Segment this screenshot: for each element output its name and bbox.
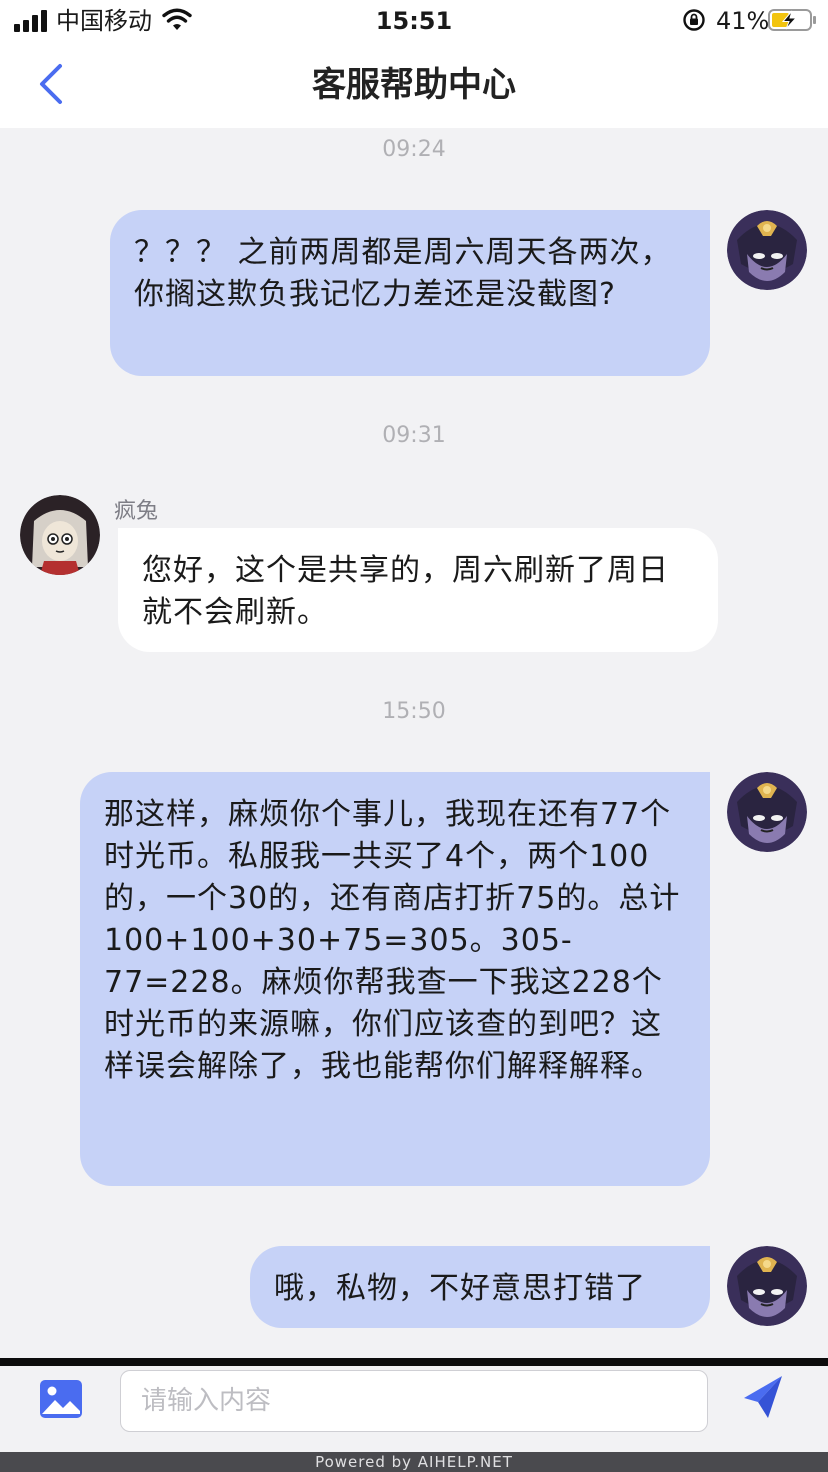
input-bar [0,1366,828,1452]
agent-message-bubble: 您好，这个是共享的，周六刷新了周日就不会刷新。 [118,528,718,652]
send-icon[interactable] [742,1374,784,1420]
image-upload-icon[interactable] [38,1378,84,1420]
chat-area: 09:24 ？？？ 之前两周都是周六周天各两次，你搁这欺负我记忆力差还是没截图?… [0,128,828,1358]
user-message-bubble: 那这样，麻烦你个事儿，我现在还有77个时光币。私服我一共买了4个，两个100的，… [80,772,710,1186]
agent-name: 疯兔 [114,499,159,524]
message-timestamp: 09:31 [382,423,446,448]
rotation-lock-icon [683,9,705,31]
user-avatar[interactable] [727,210,807,290]
nav-bar: 客服帮助中心 [0,44,828,128]
status-bar: 中国移动 15:51 41% [0,0,828,44]
battery-icon [768,9,816,31]
message-input[interactable] [120,1370,708,1432]
agent-avatar[interactable] [20,495,100,575]
battery-percent: 41% [716,7,770,35]
user-message-bubble: ？？？ 之前两周都是周六周天各两次，你搁这欺负我记忆力差还是没截图? [110,210,710,376]
page-title: 客服帮助中心 [312,65,516,105]
message-timestamp: 09:24 [382,137,446,162]
user-message-bubble: 哦，私物，不好意思打错了 [250,1246,710,1328]
user-avatar[interactable] [727,772,807,852]
powered-by-footer: Powered by AIHELP.NET [0,1452,828,1472]
user-avatar[interactable] [727,1246,807,1326]
input-divider [0,1358,828,1366]
message-timestamp: 15:50 [382,699,446,724]
